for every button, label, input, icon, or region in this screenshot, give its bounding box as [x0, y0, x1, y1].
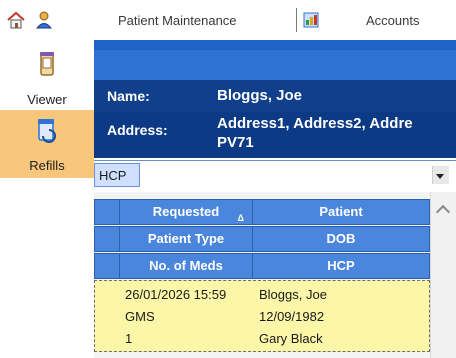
patient-name: Bloggs, Joe — [217, 87, 303, 104]
home-icon[interactable] — [6, 10, 26, 30]
nav-item-refills[interactable]: Refills — [0, 110, 94, 178]
column-header-dob[interactable]: DOB — [252, 226, 430, 252]
patient-address-line1: Address1, Address2, Addre — [217, 115, 413, 132]
cell-hcp: Gary Black — [259, 331, 323, 346]
column-header-hcp[interactable]: HCP — [252, 253, 430, 279]
cell-patient-type: GMS — [125, 309, 155, 324]
chevron-down-icon — [436, 174, 444, 179]
header-band — [94, 50, 456, 80]
filter-combo-value: HCP — [99, 168, 127, 183]
left-nav: Viewer Refills — [0, 40, 94, 358]
name-label: Name: — [107, 88, 150, 104]
nav-label-refills: Refills — [29, 158, 65, 173]
user-icon[interactable] — [34, 10, 54, 30]
cell-patient: Bloggs, Joe — [259, 287, 327, 302]
patient-address-row: Address: Address1, Address2, Addre PV71 — [94, 112, 456, 158]
toolbar-separator — [296, 8, 297, 32]
nav-label-viewer: Viewer — [27, 92, 67, 107]
column-header-no-of-meds[interactable]: No. of Meds — [119, 253, 253, 279]
address-label: Address: — [107, 122, 168, 138]
cell-dob: 12/09/1982 — [259, 309, 325, 324]
filter-combo[interactable] — [94, 160, 456, 191]
nav-item-viewer[interactable]: Viewer — [0, 48, 94, 110]
header-strip — [94, 40, 456, 50]
top-toolbar: Patient Maintenance Accounts — [0, 0, 456, 40]
patient-address-line2: PV71 — [217, 134, 254, 151]
row-selector[interactable] — [94, 226, 120, 252]
column-header-patient-type[interactable]: Patient Type — [119, 226, 253, 252]
accounts-icon[interactable] — [302, 10, 322, 30]
cell-no-of-meds: 1 — [125, 331, 133, 346]
patient-name-row: Name: Bloggs, Joe — [94, 80, 456, 112]
accounts-tab[interactable]: Accounts — [366, 13, 419, 28]
table-row[interactable]: 26/01/2026 15:59 Bloggs, Joe GMS 12/09/1… — [94, 280, 430, 352]
row-selector[interactable] — [94, 199, 120, 225]
column-header-requested[interactable]: Requested Δ — [119, 199, 253, 225]
row-selector[interactable] — [94, 253, 120, 279]
column-header-patient[interactable]: Patient — [252, 199, 430, 225]
refills-icon — [38, 119, 56, 143]
patient-maintenance-tab[interactable]: Patient Maintenance — [118, 13, 237, 28]
cell-requested: 26/01/2026 15:59 — [125, 287, 227, 302]
viewer-icon — [40, 52, 54, 76]
